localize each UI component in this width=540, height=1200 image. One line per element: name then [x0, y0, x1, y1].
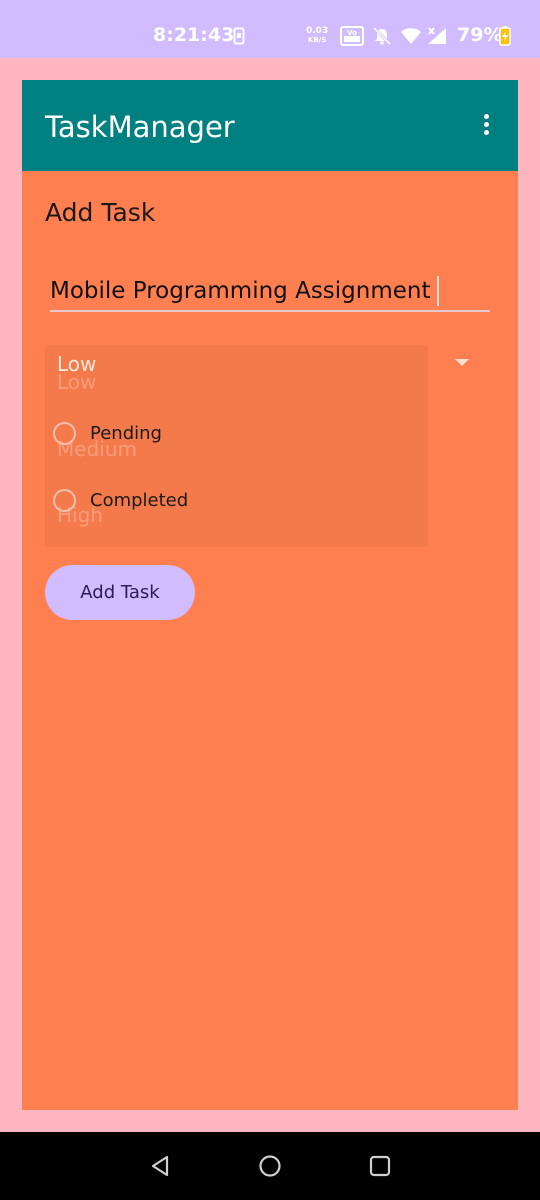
back-icon[interactable] [148, 1154, 172, 1178]
wifi-icon [401, 28, 421, 44]
page-heading: Add Task [45, 198, 156, 227]
radio-unchecked-icon[interactable] [53, 422, 76, 445]
more-vert-icon[interactable] [477, 114, 495, 140]
radio-label-completed: Completed [90, 490, 189, 511]
app-title: TaskManager [45, 110, 235, 144]
task-name-input[interactable] [50, 272, 490, 312]
radio-label-pending: Pending [90, 423, 162, 444]
recents-icon[interactable] [368, 1154, 392, 1178]
network-speed-value: 0.03 [306, 26, 329, 36]
priority-spinner[interactable]: Low [57, 352, 96, 376]
clock: 8:21:43 [153, 24, 235, 46]
navigation-bar [0, 1132, 540, 1200]
dropdown-arrow-icon[interactable] [455, 359, 469, 366]
screenshot-icon [233, 27, 245, 45]
volte-wifi-icon: Vo [340, 26, 364, 46]
network-speed: 0.03 KB/S [306, 27, 328, 45]
signal-icon [428, 27, 446, 44]
network-speed-unit: KB/S [307, 36, 327, 44]
svg-text:Vo: Vo [347, 29, 357, 37]
text-cursor [437, 276, 439, 306]
app-content: TaskManager Add Task Low Medium High Low… [22, 80, 518, 1110]
add-task-button[interactable]: Add Task [45, 565, 195, 620]
app-bar: TaskManager [22, 80, 518, 171]
battery-charging-icon [499, 26, 511, 46]
mute-notifications-icon [372, 27, 392, 45]
battery-percent: 79% [457, 24, 503, 46]
status-bar: 8:21:43 0.03 KB/S Vo 79% [0, 0, 540, 58]
radio-unchecked-icon[interactable] [53, 489, 76, 512]
home-icon[interactable] [258, 1154, 282, 1178]
